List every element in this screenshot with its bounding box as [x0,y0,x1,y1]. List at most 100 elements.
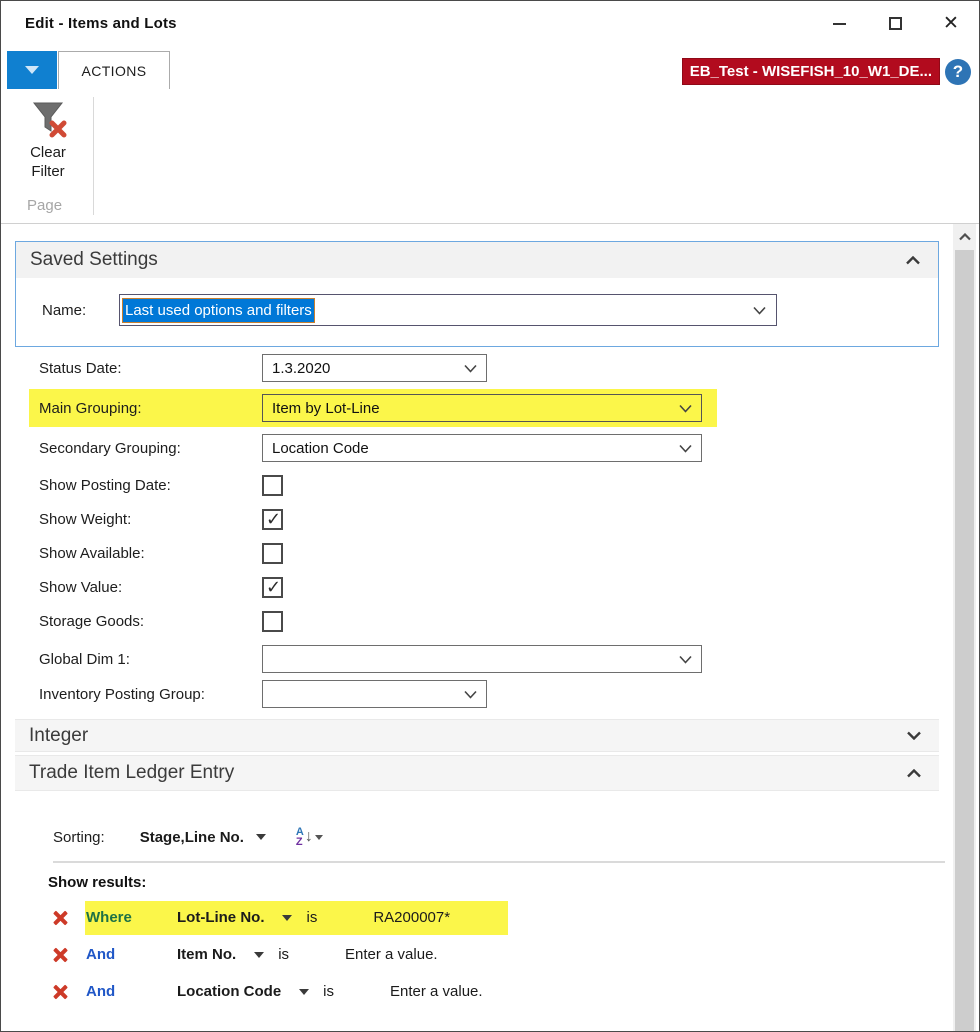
filter-field-dropdown-icon[interactable] [299,989,309,995]
close-icon: ✕ [943,14,959,33]
chevron-down-icon[interactable] [753,306,766,315]
ribbon-group-divider [93,97,94,215]
filter-value-input[interactable]: RA200007* [373,909,450,926]
app-menu-tab[interactable] [7,51,57,89]
filter-rows: Where Lot-Line No. is RA200007* And Item… [15,899,979,1010]
chevron-down-icon[interactable] [464,364,477,373]
collapse-chevron-up-icon[interactable] [906,256,920,265]
trade-item-ledger-entry-section-header[interactable]: Trade Item Ledger Entry [15,755,939,791]
options-form: Status Date: 1.3.2020 Main Grouping: Ite… [15,354,979,708]
chevron-down-icon[interactable] [679,655,692,664]
secondary-grouping-row: Secondary Grouping: Location Code [39,434,979,462]
name-combobox[interactable]: Last used options and filters [119,294,777,326]
trade-item-ledger-entry-title: Trade Item Ledger Entry [29,762,234,784]
global-dim-1-combobox[interactable] [262,645,702,673]
show-posting-date-checkbox[interactable] [262,475,283,496]
window-title: Edit - Items and Lots [25,15,177,32]
clear-filter-label-line2: Filter [15,162,81,181]
filter-field-dropdown-icon[interactable] [254,952,264,958]
chevron-down-icon [25,66,39,74]
main-grouping-combobox[interactable]: Item by Lot-Line [262,394,702,422]
filter-field-button[interactable]: Location Code [177,983,281,1000]
window-controls: ✕ [811,1,979,46]
status-date-combobox[interactable]: 1.3.2020 [262,354,487,382]
integer-section-header[interactable]: Integer [15,719,939,752]
filter-field-dropdown-icon[interactable] [282,915,292,921]
name-label: Name: [42,302,119,319]
collapse-chevron-down-icon[interactable] [907,731,921,740]
main-grouping-label: Main Grouping: [39,400,262,417]
status-date-value: 1.3.2020 [272,360,330,377]
filter-row-item-no: And Item No. is Enter a value. [50,936,979,973]
filter-value-input[interactable]: Enter a value. [345,946,438,963]
show-posting-date-label: Show Posting Date: [39,477,262,494]
filter-connector: And [85,946,177,963]
sorting-value[interactable]: Stage,Line No. [140,829,244,846]
vertical-scrollbar[interactable] [953,224,976,1031]
show-available-row: Show Available: [39,543,979,564]
show-value-checkbox[interactable] [262,577,283,598]
filter-row-body: And Location Code is Enter a value. [85,975,483,1009]
saved-settings-section: Saved Settings Name: Last used options a… [15,241,939,347]
sorting-filter-divider [53,861,945,863]
remove-filter-icon[interactable] [50,944,72,966]
filter-operator: is [323,983,334,1000]
filter-row-body: Where Lot-Line No. is RA200007* [85,901,508,935]
chevron-down-icon[interactable] [464,690,477,699]
inventory-posting-group-combobox[interactable] [262,680,487,708]
help-button[interactable]: ? [945,59,971,85]
minimize-icon [833,23,846,25]
storage-goods-checkbox[interactable] [262,611,283,632]
clear-filter-button[interactable]: Clear Filter [15,95,81,181]
secondary-grouping-combobox[interactable]: Location Code [262,434,702,462]
tab-actions[interactable]: ACTIONS [58,51,170,89]
chevron-down-icon[interactable] [679,404,692,413]
saved-settings-body: Name: Last used options and filters [16,278,938,346]
scrollbar-up-button[interactable] [953,224,976,249]
filter-value-input[interactable]: Enter a value. [390,983,483,1000]
inventory-posting-group-row: Inventory Posting Group: [39,680,979,708]
filter-connector: And [85,983,177,1000]
environment-badge: EB_Test - WISEFISH_10_W1_DE... [682,58,940,85]
maximize-button[interactable] [867,1,923,46]
chevron-down-icon[interactable] [679,444,692,453]
help-icon: ? [953,62,963,82]
global-dim-1-label: Global Dim 1: [39,651,262,668]
close-button[interactable]: ✕ [923,1,979,46]
sort-order-button[interactable]: AZ ↓ [296,827,323,847]
show-weight-checkbox[interactable] [262,509,283,530]
show-available-label: Show Available: [39,545,262,562]
az-sort-icon: AZ [296,827,304,847]
show-weight-label: Show Weight: [39,511,262,528]
show-posting-date-row: Show Posting Date: [39,475,979,496]
filter-row-location-code: And Location Code is Enter a value. [50,973,979,1010]
show-available-checkbox[interactable] [262,543,283,564]
scrollbar-thumb[interactable] [955,250,974,1031]
show-weight-row: Show Weight: [39,509,979,530]
remove-filter-icon[interactable] [50,981,72,1003]
filter-field-button[interactable]: Item No. [177,946,236,963]
remove-filter-icon[interactable] [50,907,72,929]
ribbon-tab-row: ACTIONS EB_Test - WISEFISH_10_W1_DE... ? [1,46,979,89]
saved-settings-header[interactable]: Saved Settings [16,242,938,278]
page-content: Saved Settings Name: Last used options a… [1,224,979,1010]
inventory-posting-group-label: Inventory Posting Group: [39,686,262,703]
filter-operator: is [278,946,289,963]
show-value-row: Show Value: [39,577,979,598]
environment-badge-label: EB_Test - WISEFISH_10_W1_DE... [690,63,932,80]
main-grouping-value: Item by Lot-Line [272,400,380,417]
titlebar: Edit - Items and Lots ✕ [1,1,979,46]
tab-actions-label: ACTIONS [81,63,146,79]
sorting-dropdown-icon[interactable] [256,834,266,840]
filter-row-lot-line-no: Where Lot-Line No. is RA200007* [50,899,979,936]
ribbon-group-label-page: Page [27,197,62,214]
filter-field-button[interactable]: Lot-Line No. [177,909,264,926]
filter-connector: Where [85,909,177,926]
name-value-selected-text[interactable]: Last used options and filters [123,299,314,322]
collapse-chevron-up-icon[interactable] [907,769,921,778]
minimize-button[interactable] [811,1,867,46]
chevron-up-icon [959,233,971,241]
saved-settings-title: Saved Settings [30,249,158,271]
sorting-row: Sorting: Stage,Line No. AZ ↓ [53,822,979,852]
integer-section-title: Integer [29,725,88,747]
